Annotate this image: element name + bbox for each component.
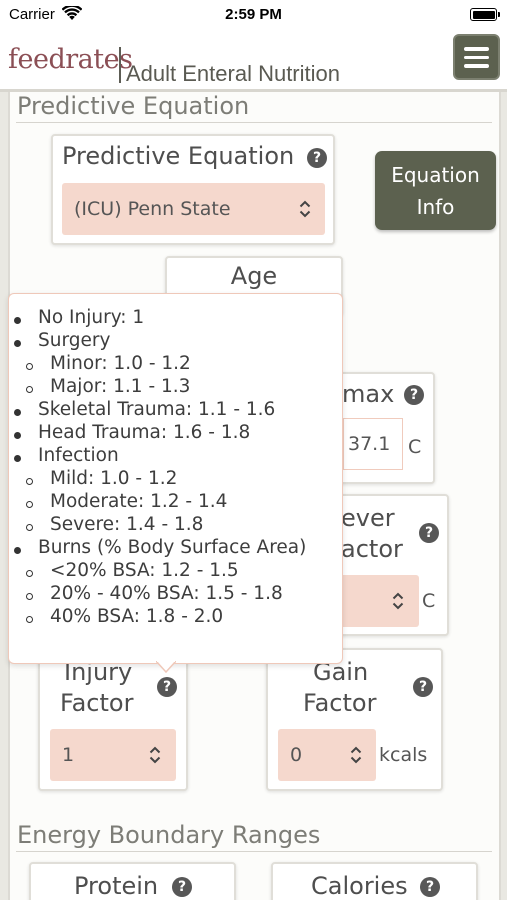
injury-label-line2: Factor xyxy=(60,689,134,717)
protein-label: Protein xyxy=(74,872,159,900)
gain-factor-card: Gain Factor ? 0 kcals xyxy=(266,648,443,791)
select-value: 0 xyxy=(290,744,303,766)
help-icon[interactable]: ? xyxy=(413,677,433,697)
status-bar: Carrier 2:59 PM xyxy=(0,0,507,30)
hamburger-icon xyxy=(464,55,489,59)
tmax-unit: C xyxy=(408,436,422,458)
battery-icon xyxy=(470,8,500,21)
section-title-predictive: Predictive Equation xyxy=(17,92,250,120)
help-icon[interactable]: ? xyxy=(172,877,192,897)
equation-info-line1: Equation xyxy=(391,163,480,187)
predictive-equation-select[interactable]: (ICU) Penn State xyxy=(62,183,325,235)
menu-button[interactable] xyxy=(453,34,500,80)
bullet xyxy=(26,593,33,600)
bullet xyxy=(26,501,33,508)
tooltip-item: Minor: 1.0 - 1.2 xyxy=(50,353,191,374)
tooltip-item: 20% - 40% BSA: 1.5 - 1.8 xyxy=(50,583,283,604)
bullet xyxy=(14,547,21,554)
bullet xyxy=(26,363,33,370)
chevron-updown-icon xyxy=(149,746,161,764)
bullet xyxy=(26,478,33,485)
gain-unit: kcals xyxy=(379,744,428,766)
predictive-equation-label: Predictive Equation xyxy=(62,142,295,170)
app-subtitle: Adult Enteral Nutrition xyxy=(126,61,340,86)
fever-factor-select[interactable] xyxy=(339,575,419,627)
bullet xyxy=(14,317,21,324)
chevron-updown-icon xyxy=(392,592,404,610)
bullet xyxy=(26,386,33,393)
logo: feedrates xyxy=(8,44,133,75)
bullet xyxy=(14,409,21,416)
help-icon[interactable]: ? xyxy=(157,677,177,697)
tooltip-item: Head Trauma: 1.6 - 1.8 xyxy=(38,422,251,443)
chevron-updown-icon xyxy=(299,200,311,218)
tooltip-arrow xyxy=(156,661,176,673)
clock: 2:59 PM xyxy=(225,6,282,23)
tooltip-item: Skeletal Trauma: 1.1 - 1.6 xyxy=(38,399,276,420)
tooltip-item: Major: 1.1 - 1.3 xyxy=(50,376,191,397)
bullet xyxy=(26,524,33,531)
tooltip-item: Moderate: 1.2 - 1.4 xyxy=(50,491,228,512)
select-value: 1 xyxy=(62,744,75,766)
protein-card: Protein ? xyxy=(29,862,236,900)
fever-label-line1: ever xyxy=(341,504,395,532)
bullet xyxy=(14,455,21,462)
hamburger-icon xyxy=(464,47,489,51)
equation-info-button[interactable]: Equation Info xyxy=(375,151,496,230)
tooltip-item: 40% BSA: 1.8 - 2.0 xyxy=(50,606,224,627)
chevron-updown-icon xyxy=(350,746,362,764)
section-divider xyxy=(16,851,492,852)
gain-label-line2: Factor xyxy=(303,689,377,717)
tmax-input[interactable]: 37.1 xyxy=(343,418,403,470)
gain-factor-select[interactable]: 0 xyxy=(278,729,376,781)
equation-info-line2: Info xyxy=(416,195,455,219)
tooltip-item: No Injury: 1 xyxy=(38,307,145,328)
bullet xyxy=(26,616,33,623)
help-icon[interactable]: ? xyxy=(307,148,327,168)
tooltip-item: <20% BSA: 1.2 - 1.5 xyxy=(50,560,239,581)
select-value: (ICU) Penn State xyxy=(74,198,231,220)
age-label: Age xyxy=(230,262,278,290)
fever-unit: C xyxy=(422,590,436,612)
logo-divider xyxy=(119,47,121,83)
help-icon[interactable]: ? xyxy=(419,523,439,543)
tooltip-item: Infection xyxy=(38,445,119,466)
section-divider xyxy=(16,122,492,123)
bullet xyxy=(14,432,21,439)
bullet xyxy=(14,340,21,347)
tooltip-item: Burns (% Body Surface Area) xyxy=(38,537,307,558)
tooltip-item: Surgery xyxy=(38,330,111,351)
tooltip-item: Severe: 1.4 - 1.8 xyxy=(50,514,204,535)
injury-factor-select[interactable]: 1 xyxy=(50,729,176,781)
injury-factor-tooltip: No Injury: 1 Surgery Minor: 1.0 - 1.2 Ma… xyxy=(8,293,343,664)
tooltip-item: Mild: 1.0 - 1.2 xyxy=(50,468,178,489)
tmax-label: max xyxy=(342,380,395,408)
section-title-energy: Energy Boundary Ranges xyxy=(17,821,321,849)
bullet xyxy=(26,570,33,577)
hamburger-icon xyxy=(464,64,489,68)
help-icon[interactable]: ? xyxy=(420,877,440,897)
calories-label: Calories xyxy=(311,872,408,900)
calories-card: Calories ? xyxy=(271,862,478,900)
predictive-equation-card: Predictive Equation ? (ICU) Penn State xyxy=(51,134,335,245)
help-icon[interactable]: ? xyxy=(404,385,424,405)
fever-label-line2: actor xyxy=(341,535,403,563)
app-header: feedrates Adult Enteral Nutrition xyxy=(0,30,507,92)
